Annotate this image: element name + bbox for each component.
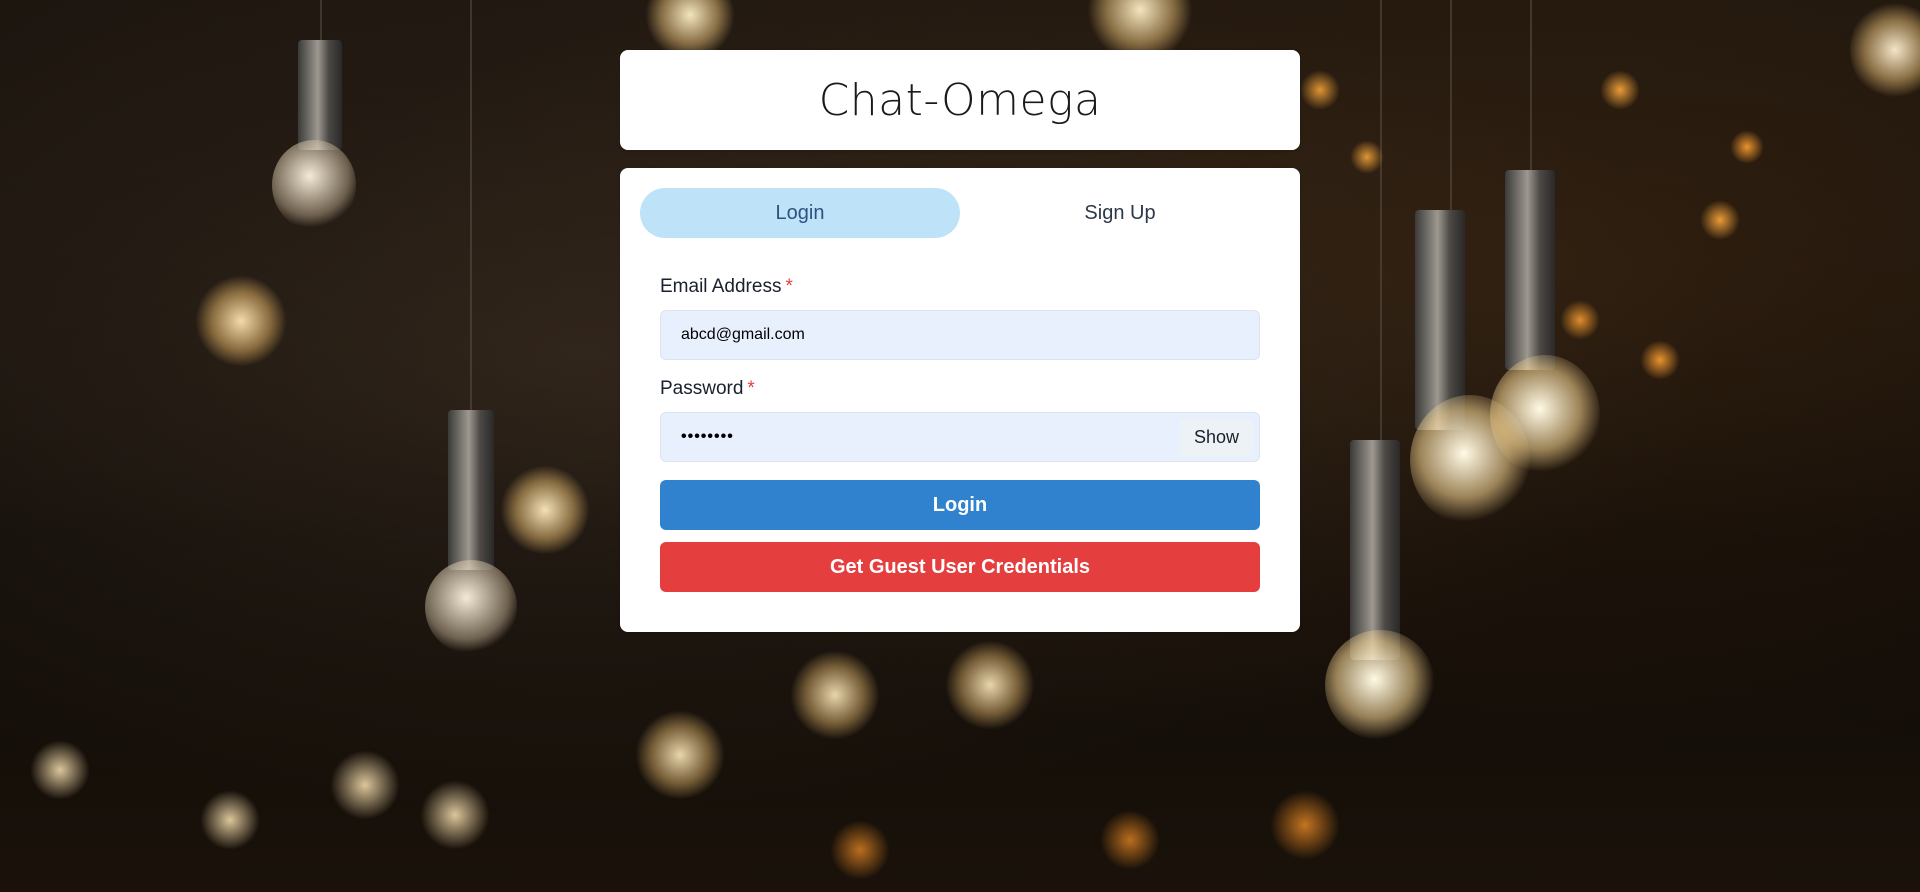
auth-panel: Chat-Omega Login Sign Up Email Address * … [620,50,1300,632]
bulb [425,560,517,654]
bokeh-light [1640,340,1680,380]
bokeh-light [635,710,725,800]
bokeh-light [195,275,287,367]
bokeh-light [30,740,90,800]
password-label: Password * [660,378,1260,400]
bulb-socket [1350,440,1400,660]
bokeh-light [1100,810,1160,870]
bulb-socket [448,410,494,570]
show-password-button[interactable]: Show [1179,418,1253,456]
password-field[interactable]: •••••••• Show [660,412,1260,462]
bulb [1325,630,1435,740]
bokeh-light [500,465,590,555]
bulb-socket [298,40,342,150]
required-marker: * [747,378,755,399]
bokeh-light [420,780,490,850]
bokeh-light [330,750,400,820]
login-form: Email Address * abcd@gmail.com Password * … [640,276,1280,592]
bokeh-light [1730,130,1764,164]
email-field[interactable]: abcd@gmail.com [660,310,1260,360]
bulb-wire [1450,0,1452,230]
auth-form-card: Login Sign Up Email Address * abcd@gmail.… [620,168,1300,632]
bulb-wire [1530,0,1532,170]
bokeh-light [200,790,260,850]
bulb [272,140,356,230]
bokeh-light [1850,0,1920,100]
guest-credentials-button[interactable]: Get Guest User Credentials [660,542,1260,592]
bokeh-light [790,650,880,740]
app-title: Chat-Omega [818,74,1102,126]
tab-sign-up[interactable]: Sign Up [960,188,1280,238]
bokeh-light [1270,790,1340,860]
header-card: Chat-Omega [620,50,1300,150]
auth-tabs: Login Sign Up [640,188,1280,238]
bokeh-light [1560,300,1600,340]
bulb-wire [470,0,472,420]
password-label-text: Password [660,378,744,399]
email-label-text: Email Address [660,276,782,297]
bulb [1490,355,1600,475]
bulb-wire [1380,0,1382,440]
bokeh-light [1700,200,1740,240]
required-marker: * [785,276,793,297]
bokeh-light [1600,70,1640,110]
bulb-socket [1505,170,1555,370]
bokeh-light [1300,70,1340,110]
email-value: abcd@gmail.com [681,326,805,343]
bokeh-light [1350,140,1384,174]
password-value: •••••••• [681,428,734,445]
login-button[interactable]: Login [660,480,1260,530]
bokeh-light [830,820,890,880]
email-label: Email Address * [660,276,1260,298]
tab-login[interactable]: Login [640,188,960,238]
bokeh-light [945,640,1035,730]
